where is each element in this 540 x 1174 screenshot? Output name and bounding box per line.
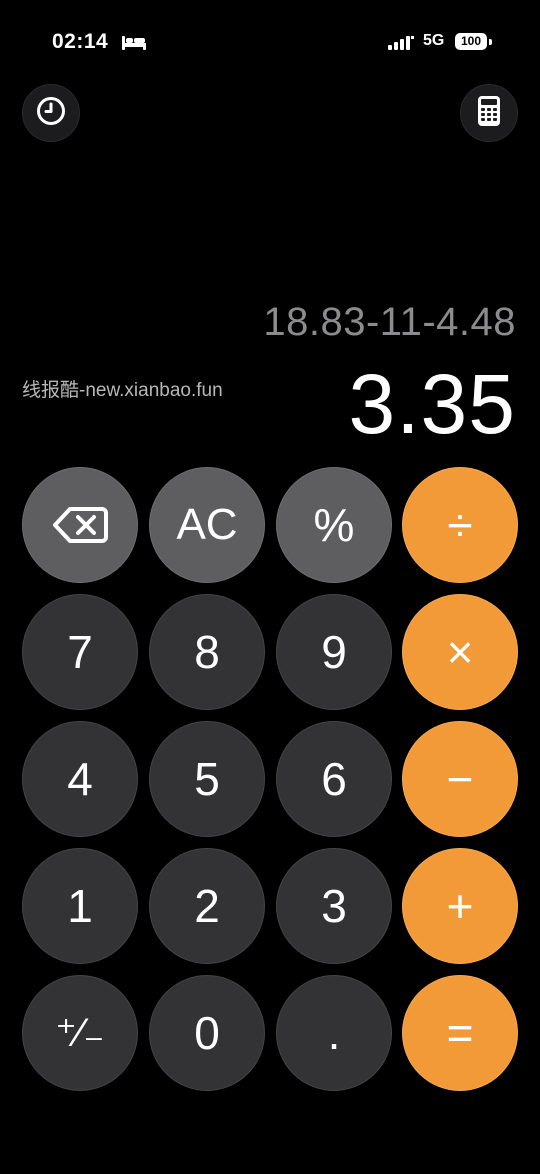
backspace-icon <box>52 505 108 545</box>
result-display: 3.35 <box>348 357 516 451</box>
digit-8-label: 8 <box>194 626 220 678</box>
backspace-button[interactable] <box>22 467 138 583</box>
digit-5-button[interactable]: 5 <box>149 721 265 837</box>
digit-0-label: 0 <box>194 1007 220 1059</box>
digit-3-button[interactable]: 3 <box>276 848 392 964</box>
battery-tip <box>489 39 492 45</box>
bed-icon <box>121 34 147 56</box>
expression-display: 18.83-11-4.48 <box>263 300 516 344</box>
digit-6-label: 6 <box>321 753 347 805</box>
status-time: 02:14 <box>52 30 109 53</box>
battery-indicator: 100 <box>455 33 487 50</box>
divide-label: ÷ <box>447 499 473 551</box>
digit-2-button[interactable]: 2 <box>149 848 265 964</box>
equals-button[interactable]: = <box>402 975 518 1091</box>
status-bar: 02:14 5G 100 <box>0 30 540 58</box>
digit-7-label: 7 <box>67 626 93 678</box>
digit-0-button[interactable]: 0 <box>149 975 265 1091</box>
plus-minus-label: ⁺∕₋ <box>55 1011 105 1055</box>
history-button[interactable] <box>22 84 80 142</box>
digit-4-label: 4 <box>67 753 93 805</box>
multiply-label: × <box>446 626 474 678</box>
decimal-label: . <box>327 1007 341 1059</box>
equals-label: = <box>446 1007 474 1059</box>
decimal-button[interactable]: . <box>276 975 392 1091</box>
multiply-button[interactable]: × <box>402 594 518 710</box>
signal-icon <box>388 36 414 55</box>
minus-button[interactable]: − <box>402 721 518 837</box>
watermark-text: 线报酷-new.xianbao.fun <box>22 380 223 401</box>
minus-label: − <box>446 753 474 805</box>
ac-button[interactable]: AC <box>149 467 265 583</box>
digit-4-button[interactable]: 4 <box>22 721 138 837</box>
plus-minus-button[interactable]: ⁺∕₋ <box>22 975 138 1091</box>
percent-button[interactable]: % <box>276 467 392 583</box>
ac-label: AC <box>176 500 238 549</box>
digit-5-label: 5 <box>194 753 220 805</box>
plus-button[interactable]: + <box>402 848 518 964</box>
digit-7-button[interactable]: 7 <box>22 594 138 710</box>
digit-6-button[interactable]: 6 <box>276 721 392 837</box>
calculator-icon <box>477 95 501 132</box>
digit-9-label: 9 <box>321 626 347 678</box>
clock-icon <box>35 95 67 132</box>
network-type: 5G <box>423 32 445 49</box>
percent-label: % <box>313 499 355 551</box>
plus-label: + <box>446 880 474 932</box>
digit-9-button[interactable]: 9 <box>276 594 392 710</box>
digit-1-button[interactable]: 1 <box>22 848 138 964</box>
divide-button[interactable]: ÷ <box>402 467 518 583</box>
digit-3-label: 3 <box>321 880 347 932</box>
digit-1-label: 1 <box>67 880 93 932</box>
digit-2-label: 2 <box>194 880 220 932</box>
digit-8-button[interactable]: 8 <box>149 594 265 710</box>
calculator-mode-button[interactable] <box>460 84 518 142</box>
